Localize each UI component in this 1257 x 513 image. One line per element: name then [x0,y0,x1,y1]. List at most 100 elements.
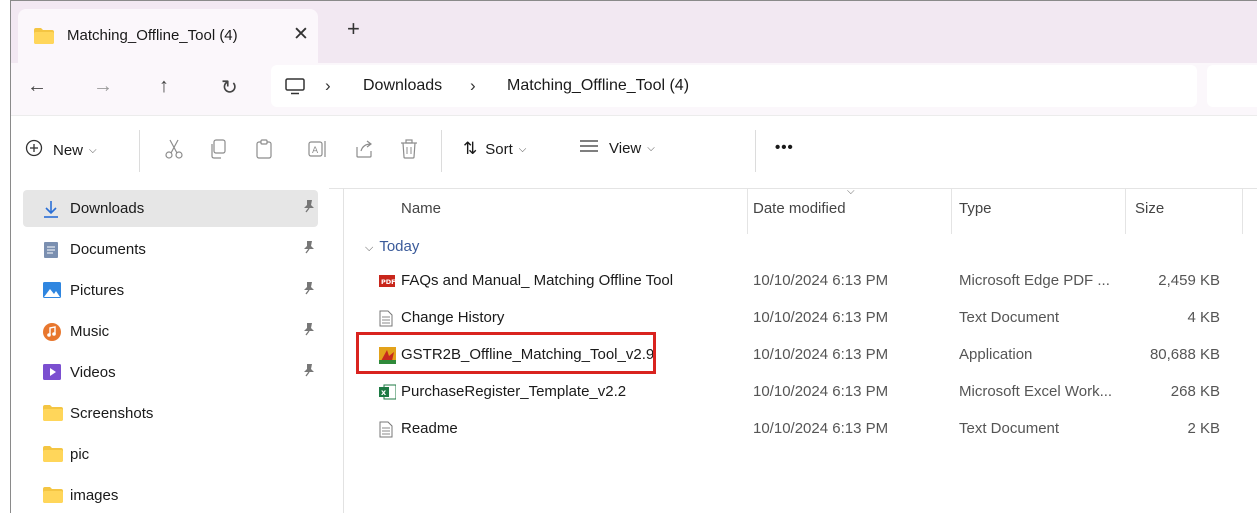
column-divider [747,188,748,234]
file-row[interactable]: x PurchaseRegister_Template_v2.2 10/10/2… [347,374,1257,411]
sort-button[interactable]: ⇅ Sort ⌵ [463,139,526,159]
breadcrumb-downloads[interactable]: Downloads [363,77,442,95]
address-bar[interactable]: › Downloads › Matching_Offline_Tool (4) [271,65,1197,107]
tab-strip: Matching_Offline_Tool (4) ✕ + [11,1,1257,63]
videos-icon [43,364,61,384]
file-type: Text Document [959,309,1060,326]
svg-text:PDF: PDF [381,278,395,286]
file-size: 4 KB [1187,309,1220,326]
refresh-icon[interactable]: ↻ [221,75,238,100]
column-divider [951,188,952,234]
file-size: 80,688 KB [1149,346,1220,363]
folder-icon [43,405,63,425]
delete-icon[interactable] [400,139,418,159]
more-options-icon[interactable]: ••• [775,139,794,156]
pane-divider [343,188,344,513]
search-box[interactable] [1207,65,1257,107]
breadcrumb-separator: › [325,76,331,95]
application-icon [379,347,396,368]
file-row[interactable]: Readme 10/10/2024 6:13 PM Text Document … [347,411,1257,448]
sidebar-item-pictures[interactable]: Pictures [23,272,318,309]
copy-icon[interactable] [209,139,227,159]
group-header-today[interactable]: ⌵ Today [365,238,419,255]
file-name: FAQs and Manual_ Matching Offline Tool [401,272,674,289]
new-label: New [53,141,84,159]
sidebar-item-downloads[interactable]: Downloads [23,190,318,227]
rename-icon[interactable]: A [308,139,328,159]
sidebar-item-music[interactable]: Music [23,313,318,350]
pictures-icon [43,282,61,302]
back-arrow-icon[interactable]: ← [27,75,47,98]
svg-text:A: A [312,146,319,156]
cut-icon[interactable] [165,139,183,159]
file-name: PurchaseRegister_Template_v2.2 [401,383,627,400]
toolbar-divider [139,130,140,172]
file-explorer-window: Matching_Offline_Tool (4) ✕ + ← → ↑ ↻ › … [10,0,1257,513]
breadcrumb-current-folder[interactable]: Matching_Offline_Tool (4) [507,77,689,95]
column-header-size[interactable]: Size [1135,200,1164,217]
tab-title: Matching_Offline_Tool (4) [67,27,238,44]
file-row[interactable]: Change History 10/10/2024 6:13 PM Text D… [347,300,1257,337]
pin-icon[interactable] [303,240,315,257]
pin-icon[interactable] [303,199,315,216]
forward-arrow-icon[interactable]: → [93,75,113,98]
file-type: Microsoft Excel Work... [959,383,1113,400]
navigation-bar: ← → ↑ ↻ › Downloads › Matching_Offline_T… [11,63,1257,115]
this-pc-icon [285,78,305,99]
sidebar-item-screenshots[interactable]: Screenshots [23,395,318,432]
sidebar-item-images[interactable]: images [23,477,318,513]
pdf-icon: PDF [379,273,396,293]
chevron-down-icon: ⌵ [518,143,527,155]
new-tab-button[interactable]: + [347,16,360,42]
paste-icon[interactable] [255,139,273,159]
up-arrow-icon[interactable]: ↑ [159,75,169,98]
file-date: 10/10/2024 6:13 PM [753,309,889,326]
navigation-pane: Downloads Documents Pictures Music Video… [11,188,329,513]
file-size: 2 KB [1187,420,1220,437]
file-row[interactable]: GSTR2B_Offline_Matching_Tool_v2.9 10/10/… [347,337,1257,374]
svg-text:x: x [381,388,387,397]
file-size: 2,459 KB [1158,272,1220,289]
pin-icon[interactable] [303,281,315,298]
file-name: Change History [401,309,505,326]
view-lines-icon [579,139,599,157]
text-file-icon [379,310,393,331]
column-header-type[interactable]: Type [959,200,992,217]
pin-icon[interactable] [303,322,315,339]
new-button[interactable]: New ⌵ [25,139,97,161]
sort-indicator-icon: ⌵ [847,186,855,197]
file-date: 10/10/2024 6:13 PM [753,346,889,363]
group-label: Today [379,238,420,255]
column-header-date-modified[interactable]: Date modified [753,200,846,217]
sidebar-item-label: Pictures [70,282,125,299]
plus-circle-icon [25,139,43,161]
view-label: View [609,139,642,157]
share-icon[interactable] [354,139,374,159]
file-type: Application [959,346,1033,363]
file-name: GSTR2B_Offline_Matching_Tool_v2.9 [401,346,655,363]
tab-matching-offline-tool[interactable]: Matching_Offline_Tool (4) ✕ [18,9,318,63]
file-date: 10/10/2024 6:13 PM [753,272,889,289]
sidebar-item-videos[interactable]: Videos [23,354,318,391]
view-button[interactable]: View ⌵ [579,139,655,157]
chevron-down-icon: ⌵ [365,242,374,254]
sidebar-item-label: images [70,487,119,504]
file-type: Microsoft Edge PDF ... [959,272,1110,289]
folder-icon [43,446,63,466]
chevron-down-icon: ⌵ [89,144,97,156]
file-name: Readme [401,420,458,437]
sidebar-item-label: Music [70,323,110,340]
sidebar-item-documents[interactable]: Documents [23,231,318,268]
close-tab-icon[interactable]: ✕ [293,23,309,46]
sidebar-item-label: Videos [70,364,116,381]
sidebar-item-label: Screenshots [70,405,154,422]
file-row[interactable]: PDF FAQs and Manual_ Matching Offline To… [347,263,1257,300]
file-size: 268 KB [1170,383,1220,400]
file-date: 10/10/2024 6:13 PM [753,420,889,437]
breadcrumb-separator: › [470,76,476,95]
sidebar-item-pic[interactable]: pic [23,436,318,473]
toolbar-divider [755,130,756,172]
command-bar: New ⌵ A ⇅ Sort ⌵ View ⌵ ••• [11,115,1257,189]
pin-icon[interactable] [303,363,315,380]
column-header-name[interactable]: Name [401,200,441,217]
